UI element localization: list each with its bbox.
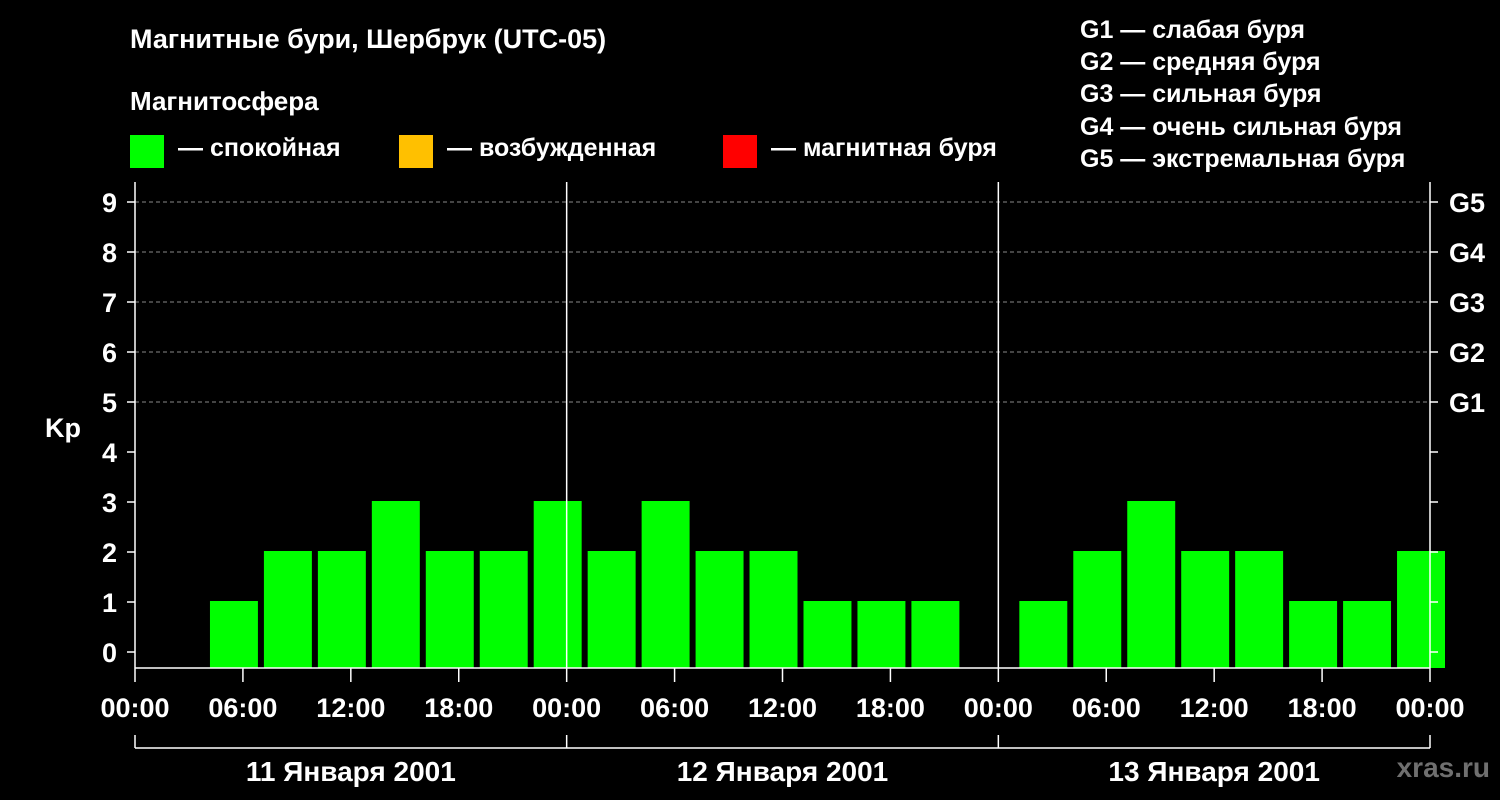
kp-bar-day2-slot2: [641, 501, 690, 668]
y-tick-label-7: 7: [102, 288, 117, 318]
date-label-day2: 12 Января 2001: [677, 756, 889, 787]
x-tick-label-8: 00:00: [964, 693, 1033, 723]
y-tick-label-3: 3: [102, 488, 117, 518]
kp-bar-chart: 0 1 2 3 4 5 6 7 8 9 Kp G1 G2 G3 G4 G5 00:00 06:00 12:00 18:…: [45, 182, 1485, 787]
kp-bar-day3-slot1: [1019, 601, 1068, 668]
y-tick-label-1: 1: [102, 588, 117, 618]
kp-bar-day2-slot3: [695, 551, 744, 668]
x-tick-label-0: 00:00: [100, 693, 169, 723]
y-tick-label-6: 6: [102, 338, 117, 368]
x-tick-label-4: 00:00: [532, 693, 601, 723]
y-tick-label-5: 5: [102, 388, 117, 418]
kp-bar-day1-slot4: [317, 551, 366, 668]
y-axis-title: Kp: [45, 413, 81, 443]
date-label-day1: 11 Января 2001: [246, 756, 456, 787]
kp-bar-day3-slot8: [1397, 551, 1445, 668]
kp-bar-day2-slot7: [911, 601, 960, 668]
kp-bar-day3-slot5: [1235, 551, 1284, 668]
kp-bar-day1-slot7: [479, 551, 528, 668]
x-tick-label-3: 18:00: [424, 693, 493, 723]
g-axis-label-G5: G5: [1449, 188, 1485, 218]
y-tick-label-0: 0: [102, 638, 117, 668]
x-tick-label-2: 12:00: [316, 693, 385, 723]
kp-bar-day3-slot7: [1343, 601, 1392, 668]
y-tick-label-4: 4: [102, 438, 117, 468]
x-tick-label-7: 18:00: [856, 693, 925, 723]
x-tick-label-9: 06:00: [1072, 693, 1141, 723]
g-axis-label-G4: G4: [1449, 238, 1485, 268]
x-tick-label-10: 12:00: [1180, 693, 1249, 723]
x-tick-label-12: 00:00: [1395, 693, 1464, 723]
kp-bar-day3-slot6: [1289, 601, 1338, 668]
x-tick-label-5: 06:00: [640, 693, 709, 723]
x-tick-label-11: 18:00: [1288, 693, 1357, 723]
date-label-day3: 13 Января 2001: [1108, 756, 1320, 787]
kp-bar-day1-slot8: [533, 501, 582, 668]
x-tick-label-1: 06:00: [208, 693, 277, 723]
watermark: xras.ru: [1396, 752, 1490, 783]
x-tick-label-6: 12:00: [748, 693, 817, 723]
y-tick-label-9: 9: [102, 188, 117, 218]
kp-bar-day1-slot5: [371, 501, 420, 668]
kp-bar-day3-slot2: [1073, 551, 1122, 668]
kp-bar-day1-slot6: [425, 551, 474, 668]
y-tick-label-2: 2: [102, 538, 117, 568]
kp-bar-day1-slot3: [263, 551, 312, 668]
g-axis-label-G3: G3: [1449, 288, 1485, 318]
g-axis-label-G1: G1: [1449, 388, 1485, 418]
kp-bar-day3-slot4: [1181, 551, 1230, 668]
kp-bar-day3-slot3: [1127, 501, 1176, 668]
g-axis-label-G2: G2: [1449, 338, 1485, 368]
kp-bar-day2-slot5: [803, 601, 852, 668]
kp-bar-day2-slot6: [857, 601, 906, 668]
kp-bar-day2-slot1: [587, 551, 636, 668]
kp-bar-day2-slot4: [749, 551, 798, 668]
y-tick-label-8: 8: [102, 238, 117, 268]
kp-bar-day1-slot2: [209, 601, 258, 668]
